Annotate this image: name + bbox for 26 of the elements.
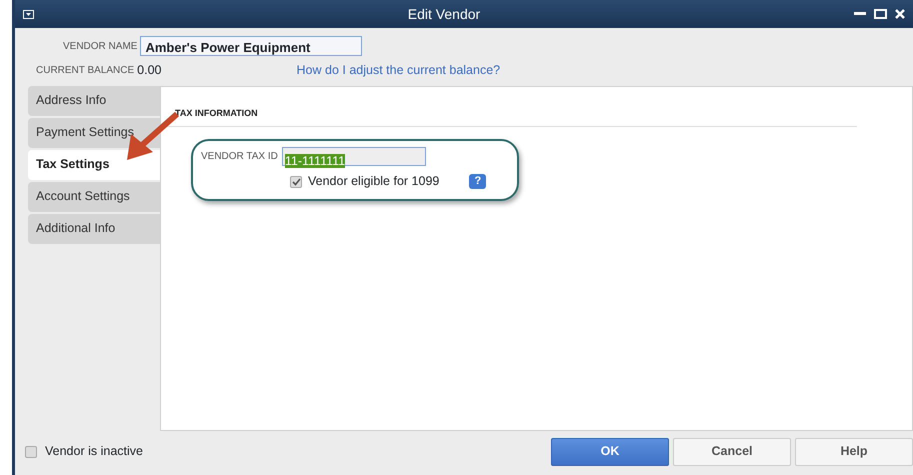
- tab[interactable]: Account Settings: [28, 182, 160, 212]
- system-menu-icon[interactable]: [23, 10, 34, 18]
- window-title: Edit Vendor: [406, 4, 482, 24]
- tab[interactable]: Tax Settings: [28, 150, 160, 180]
- vendor-name-label: VENDOR NAME: [63, 40, 138, 54]
- vendor-name-field[interactable]: Amber's Power Equipment: [140, 36, 362, 56]
- tax-id-label: VENDOR TAX ID: [201, 150, 278, 164]
- maximize-icon[interactable]: [874, 9, 887, 19]
- checkbox-label: Vendor is inactive: [45, 443, 143, 460]
- current-balance-value: 0.00: [137, 62, 162, 79]
- checkbox[interactable]: [290, 176, 302, 188]
- close-icon[interactable]: [895, 9, 905, 19]
- tab[interactable]: Address Info: [28, 86, 160, 116]
- help-button[interactable]: ?: [469, 174, 486, 190]
- checkbox-label: Vendor eligible for 1099: [308, 173, 440, 190]
- dialog-button[interactable]: Help: [795, 438, 913, 466]
- checkbox[interactable]: [25, 446, 37, 458]
- minimize-icon[interactable]: [854, 12, 866, 16]
- dialog-button[interactable]: Cancel: [673, 438, 791, 466]
- section-heading: TAX INFORMATION: [161, 86, 857, 128]
- help-link[interactable]: How do I adjust the current balance?: [296, 61, 500, 80]
- current-balance-label: CURRENT BALANCE: [36, 64, 134, 78]
- dialog-button[interactable]: OK: [551, 438, 669, 466]
- tax-id-field[interactable]: 11-1111111: [282, 147, 426, 166]
- tab[interactable]: Payment Settings: [28, 118, 160, 148]
- tab[interactable]: Additional Info: [28, 214, 160, 244]
